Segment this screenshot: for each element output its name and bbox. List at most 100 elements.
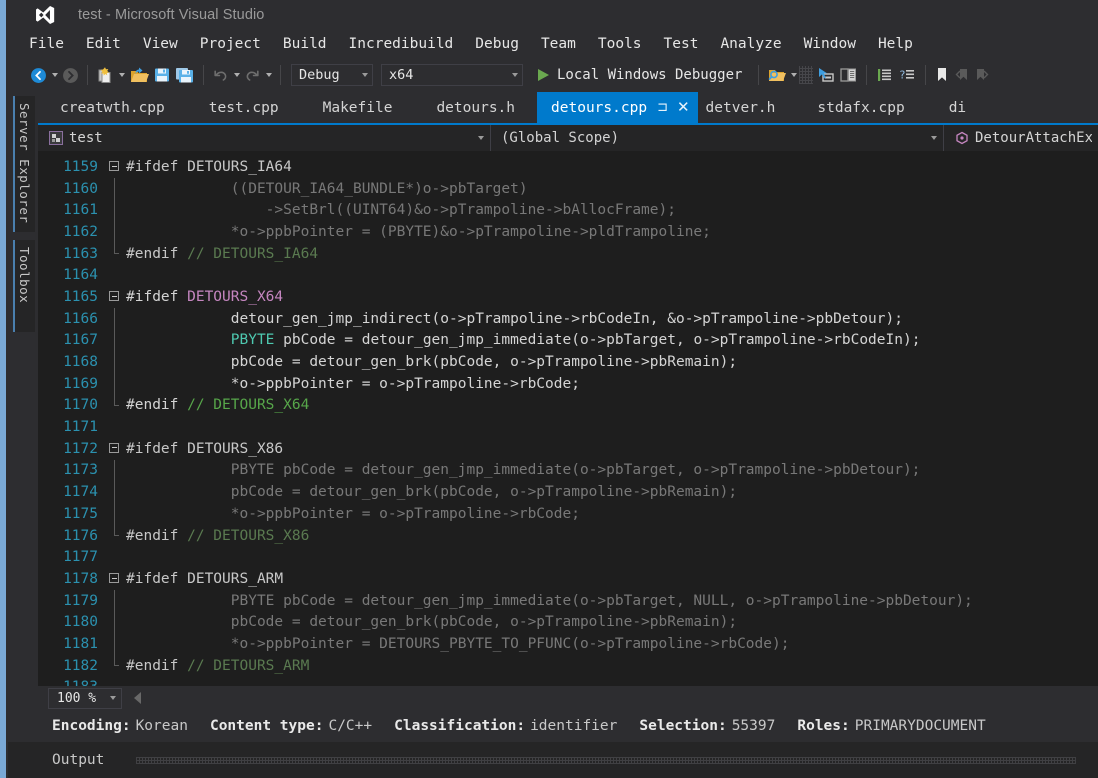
undo-icon[interactable] [210,63,231,87]
fold-margin[interactable] [106,372,122,395]
code-line[interactable]: 1177 [38,546,1098,568]
navigate-forward-icon[interactable] [60,63,81,87]
code-line[interactable]: 1163 #endif // DETOURS_IA64 [38,242,1098,265]
fold-margin[interactable] [106,156,122,178]
save-all-icon[interactable] [173,63,197,87]
fold-margin[interactable] [106,199,122,222]
navbar-scope-combobox[interactable]: (Global Scope) [491,125,944,151]
compare-files-icon[interactable] [837,63,860,87]
menu-edit[interactable]: Edit [75,33,132,55]
code-line[interactable]: 1176 #endif // DETOURS_X86 [38,524,1098,547]
redo-icon[interactable] [242,63,263,87]
code-line[interactable]: 1173 PBYTE pbCode = detour_gen_jmp_immed… [38,459,1098,482]
code-line[interactable]: 1183 [38,677,1098,687]
code-line[interactable]: 1182 #endif // DETOURS_ARM [38,654,1098,677]
code-line[interactable]: 1175 *o->ppbPointer = o->pTrampoline->rb… [38,503,1098,525]
code-line[interactable]: 1178 #ifdef DETOURS_ARM [38,568,1098,590]
horizontal-scroll-left-arrow[interactable] [134,692,141,704]
fold-margin[interactable] [106,177,122,200]
code-text-area[interactable]: 1159 #ifdef DETOURS_IA64 1160 ((DETOUR_IA6… [38,151,1098,686]
menu-tools[interactable]: Tools [587,33,653,55]
document-tab-detours-h[interactable]: detours.h [414,92,537,123]
document-tab-detours-cpp[interactable]: detours.cpp ⊐ ✕ [537,92,698,123]
find-dropdown-icon[interactable] [788,64,799,86]
fold-margin[interactable] [106,589,122,612]
new-item-dropdown-icon[interactable] [116,64,127,86]
menu-view[interactable]: View [132,33,189,55]
document-tab-detver-h[interactable]: detver.h [698,92,796,123]
menu-project[interactable]: Project [189,33,272,55]
fold-margin[interactable] [106,459,122,482]
document-tab-creatwth-cpp[interactable]: creatwth.cpp [38,92,187,123]
document-tab-stdafx-cpp[interactable]: stdafx.cpp [795,92,926,123]
indent-lines-icon[interactable] [873,63,896,87]
fold-margin[interactable] [106,394,122,417]
fold-margin[interactable] [106,242,122,265]
code-line[interactable]: 1181 *o->ppbPointer = DETOURS_PBYTE_TO_P… [38,633,1098,655]
step-into-icon[interactable] [813,63,837,87]
menu-window[interactable]: Window [793,33,867,55]
collapse-region-icon[interactable] [109,161,119,171]
fold-margin[interactable] [106,546,122,568]
code-line[interactable]: 1180 pbCode = detour_gen_brk(pbCode, o->… [38,611,1098,634]
code-line[interactable]: 1174 pbCode = detour_gen_brk(pbCode, o->… [38,481,1098,503]
fold-margin[interactable] [106,503,122,525]
fold-margin[interactable] [106,329,122,352]
menu-file[interactable]: File [18,33,75,55]
code-line[interactable]: 1170 #endif // DETOURS_X64 [38,394,1098,417]
fold-margin[interactable] [106,611,122,634]
fold-margin[interactable] [106,481,122,503]
menu-help[interactable]: Help [867,33,924,55]
close-tab-icon[interactable]: ✕ [677,100,690,115]
code-line[interactable]: 1169 *o->ppbPointer = o->pTrampoline->rb… [38,372,1098,395]
fold-margin[interactable] [106,416,122,438]
document-tab-makefile[interactable]: Makefile [301,92,415,123]
code-line[interactable]: 1168 pbCode = detour_gen_brk(pbCode, o->… [38,351,1098,373]
collapse-region-icon[interactable] [109,573,119,584]
fold-margin[interactable] [106,264,122,286]
new-item-icon[interactable] [94,63,116,87]
navbar-member-combobox[interactable]: DetourAttachEx [944,125,1098,151]
redo-dropdown-icon[interactable] [263,64,274,86]
navbar-project-combobox[interactable]: test [38,125,491,151]
menu-test[interactable]: Test [653,33,710,55]
menu-incredibuild[interactable]: Incredibuild [338,33,465,55]
toolbar-overflow-grip[interactable] [799,66,813,84]
fold-margin[interactable] [106,438,122,460]
code-line[interactable]: 1160 ((DETOUR_IA64_BUNDLE*)o->pbTarget) [38,177,1098,200]
pin-tab-icon[interactable]: ⊐ [657,101,668,114]
navigate-back-dropdown-icon[interactable] [49,64,60,86]
comment-lines-icon[interactable]: ? [896,63,919,87]
code-line[interactable]: 1172 #ifdef DETOURS_X86 [38,438,1098,460]
save-icon[interactable] [151,63,173,87]
fold-margin[interactable] [106,286,122,308]
code-line[interactable]: 1161 ->SetBrl((UINT64)&o->pTrampoline->b… [38,199,1098,222]
collapse-region-icon[interactable] [109,442,119,453]
bookmark-icon[interactable] [932,63,952,87]
fold-margin[interactable] [106,654,122,677]
code-line[interactable]: 1166 detour_gen_jmp_indirect(o->pTrampol… [38,307,1098,330]
solution-configuration-combobox[interactable]: Debug [291,64,373,86]
fold-margin[interactable] [106,568,122,590]
sidebar-tab-server-explorer[interactable]: Server Explorer [13,96,35,232]
code-line[interactable]: 1167 PBYTE pbCode = detour_gen_jmp_immed… [38,329,1098,352]
find-in-files-icon[interactable] [765,63,788,87]
editor-zoom-combobox[interactable]: 100 % [48,687,122,709]
open-file-icon[interactable] [127,63,151,87]
menu-debug[interactable]: Debug [464,33,530,55]
code-line[interactable]: 1159 #ifdef DETOURS_IA64 [38,156,1098,178]
menu-analyze[interactable]: Analyze [709,33,792,55]
navigate-back-icon[interactable] [28,63,49,87]
code-line[interactable]: 1179 PBYTE pbCode = detour_gen_jmp_immed… [38,589,1098,612]
previous-bookmark-icon[interactable] [952,63,972,87]
code-line[interactable]: 1164 [38,264,1098,286]
undo-dropdown-icon[interactable] [231,64,242,86]
document-tab-test-cpp[interactable]: test.cpp [187,92,301,123]
fold-margin[interactable] [106,524,122,547]
next-bookmark-icon[interactable] [972,63,992,87]
code-line[interactable]: 1165 #ifdef DETOURS_X64 [38,286,1098,308]
fold-margin[interactable] [106,677,122,687]
solution-platform-combobox[interactable]: x64 [381,64,523,86]
start-debugging-button[interactable]: Local Windows Debugger [535,63,752,87]
menu-team[interactable]: Team [530,33,587,55]
